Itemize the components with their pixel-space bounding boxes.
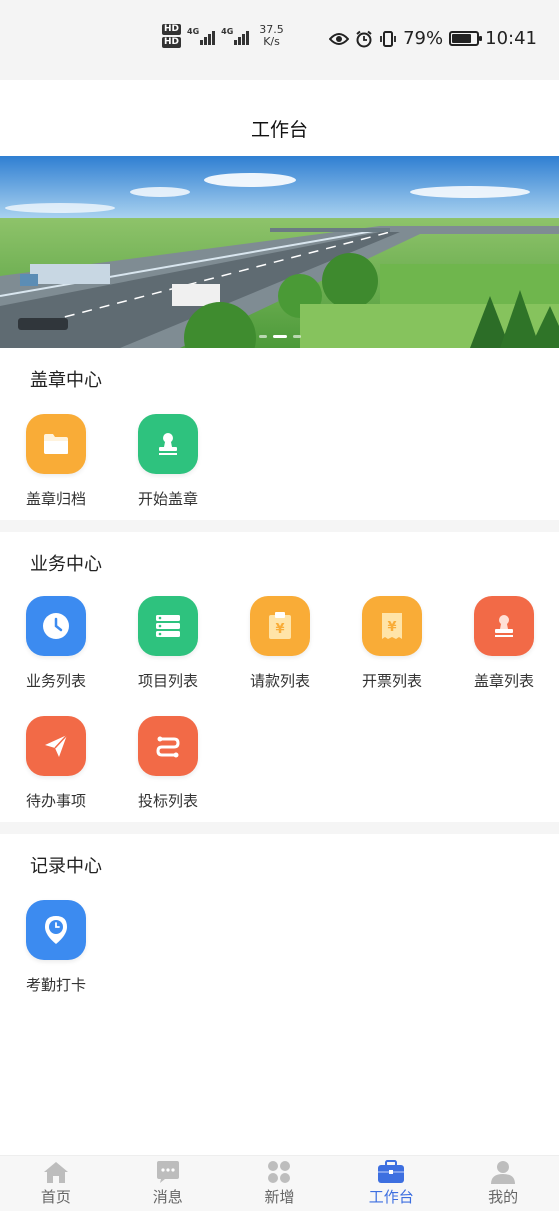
business-list-entry[interactable]: 业务列表	[0, 596, 112, 691]
item-label: 盖章列表	[473, 672, 534, 690]
seal-archive-icon-tile	[26, 414, 86, 474]
svg-text:¥: ¥	[275, 622, 284, 637]
section-business-center: 业务中心 业务列表 项目列表 ¥ 请款列表 ¥ 开票列表 盖章列表 待办事项 投…	[0, 532, 559, 822]
bid-list-entry[interactable]: 投标列表	[112, 716, 224, 811]
item-label: 业务列表	[25, 672, 86, 690]
hd-badge-1: HD	[162, 24, 182, 35]
tab-label: 首页	[40, 1188, 71, 1206]
todo-icon-tile	[26, 716, 86, 776]
attendance-icon-tile	[26, 900, 86, 960]
signal-icon-2: 4G	[221, 27, 250, 45]
banner-carousel[interactable]	[0, 156, 559, 348]
route-icon	[156, 736, 180, 758]
section-title: 业务中心	[30, 554, 102, 575]
tab-profile[interactable]: 我的	[447, 1156, 559, 1211]
section-divider	[0, 520, 559, 532]
seal-list-entry[interactable]: 盖章列表	[448, 596, 559, 691]
item-label: 开始盖章	[137, 490, 198, 508]
battery-icon	[449, 31, 483, 46]
folder-icon	[44, 434, 68, 454]
page-header: 工作台	[0, 80, 559, 156]
project-list-entry[interactable]: 项目列表	[112, 596, 224, 691]
tab-label: 工作台	[368, 1188, 414, 1206]
section-divider	[0, 822, 559, 834]
item-label: 项目列表	[137, 672, 198, 690]
seal-archive-entry[interactable]: 盖章归档	[0, 414, 112, 509]
seal-list-icon-tile	[474, 596, 534, 656]
stamp-icon	[495, 615, 513, 637]
start-seal-entry[interactable]: 开始盖章	[112, 414, 224, 509]
clock-icon	[43, 613, 69, 639]
tab-label: 消息	[152, 1188, 183, 1206]
eye-icon	[329, 32, 350, 45]
user-icon	[491, 1161, 516, 1184]
invoice-list-icon-tile: ¥	[362, 596, 422, 656]
network-speed-unit: K/s	[263, 35, 280, 48]
network-type-1: 4G	[187, 27, 200, 36]
battery-percent: 79%	[403, 28, 444, 49]
paper-plane-icon	[45, 734, 68, 757]
invoice-list-entry[interactable]: ¥ 开票列表	[336, 596, 448, 691]
tab-add-new[interactable]: 新增	[224, 1156, 336, 1211]
section-seal-center: 盖章中心 盖章归档 开始盖章	[0, 348, 559, 520]
status-bar-left: HD HD 4G 4G 37.5 K/s	[162, 24, 284, 48]
network-type-2: 4G	[221, 27, 234, 36]
item-label: 投标列表	[137, 792, 198, 810]
tab-label: 新增	[264, 1188, 295, 1206]
stamp-icon	[159, 433, 177, 455]
attendance-checkin-entry[interactable]: 考勤打卡	[0, 900, 112, 995]
home-icon	[43, 1162, 68, 1183]
payment-request-list-entry[interactable]: ¥ 请款列表	[224, 596, 336, 691]
item-label: 请款列表	[249, 672, 310, 690]
alarm-icon	[356, 30, 372, 47]
status-bar: HD HD 4G 4G 37.5 K/s 79% 10:41	[0, 0, 559, 80]
tab-messages[interactable]: 消息	[112, 1156, 224, 1211]
project-list-icon-tile	[138, 596, 198, 656]
start-seal-icon-tile	[138, 414, 198, 474]
hd-badge-2: HD	[162, 37, 182, 48]
item-label: 盖章归档	[25, 490, 86, 508]
bid-list-icon-tile	[138, 716, 198, 776]
message-icon	[156, 1161, 179, 1183]
carousel-dot[interactable]	[258, 335, 267, 338]
bottom-tab-bar: 首页 消息 新增 工作台 我的	[0, 1155, 559, 1211]
item-label: 考勤打卡	[25, 976, 86, 994]
page-title: 工作台	[250, 118, 308, 141]
business-list-icon-tile	[26, 596, 86, 656]
section-title: 盖章中心	[30, 370, 102, 391]
section-record-center: 记录中心 考勤打卡	[0, 834, 559, 1004]
todo-list-entry[interactable]: 待办事项	[0, 716, 112, 811]
signal-icon-1: 4G	[187, 27, 216, 45]
grid-icon	[268, 1161, 291, 1183]
carousel-indicator	[258, 335, 301, 338]
item-label: 待办事项	[25, 792, 86, 810]
highway-banner-image	[0, 156, 559, 348]
svg-text:¥: ¥	[387, 620, 396, 635]
invoice-yen-icon: ¥	[382, 613, 402, 639]
clock-time: 10:41	[485, 28, 537, 49]
list-icon	[156, 615, 180, 637]
location-clock-icon	[45, 916, 67, 944]
payment-request-icon-tile: ¥	[250, 596, 310, 656]
status-bar-right: 79% 10:41	[329, 28, 537, 49]
carousel-dot[interactable]	[292, 335, 301, 338]
section-title: 记录中心	[30, 856, 102, 877]
tab-label: 我的	[488, 1188, 519, 1206]
clipboard-yen-icon: ¥	[269, 612, 291, 639]
tab-workbench[interactable]: 工作台	[335, 1156, 447, 1211]
item-label: 开票列表	[361, 672, 422, 690]
briefcase-icon	[378, 1160, 405, 1183]
vibrate-icon	[380, 30, 397, 47]
carousel-dot-active[interactable]	[272, 335, 287, 338]
network-speed: 37.5 K/s	[259, 24, 284, 48]
tab-home[interactable]: 首页	[0, 1156, 112, 1211]
